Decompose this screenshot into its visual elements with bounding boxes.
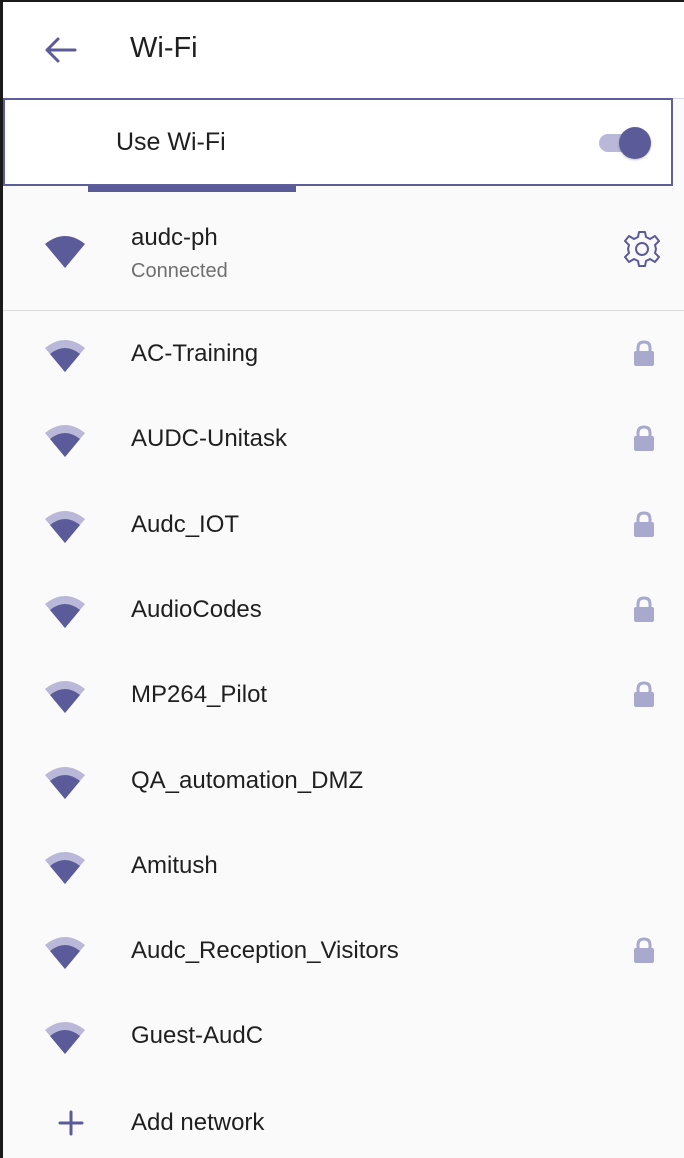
network-ssid: AudioCodes xyxy=(131,596,262,623)
network-ssid: Amitush xyxy=(131,852,218,879)
network-ssid: AC-Training xyxy=(131,340,259,367)
network-ssid: Audc_Reception_Visitors xyxy=(131,937,399,964)
wifi-signal-icon xyxy=(45,596,85,628)
wifi-settings-screen: Wi-Fi Use Wi-Fi audc-ph Connected AC-Tra… xyxy=(0,0,684,1158)
network-ssid: Guest-AudC xyxy=(131,1022,264,1049)
network-ssid: Audc_IOT xyxy=(131,511,240,538)
lock-icon xyxy=(634,511,654,537)
network-row[interactable]: QA_automation_DMZ xyxy=(3,739,684,824)
network-row[interactable]: Guest-AudC xyxy=(3,994,684,1079)
wifi-signal-icon xyxy=(45,937,85,969)
network-row[interactable]: AUDC-Unitask xyxy=(3,397,684,482)
lock-icon xyxy=(634,425,654,451)
gear-icon[interactable] xyxy=(622,229,662,269)
lock-icon xyxy=(634,681,654,707)
network-row[interactable]: Audc_Reception_Visitors xyxy=(3,909,684,994)
network-ssid: QA_automation_DMZ xyxy=(131,767,364,794)
plus-icon xyxy=(58,1110,84,1136)
wifi-signal-icon xyxy=(45,236,85,268)
connection-status: Connected xyxy=(131,260,228,282)
network-ssid: AUDC-Unitask xyxy=(131,425,288,452)
page-title: Wi-Fi xyxy=(130,32,198,64)
lock-icon xyxy=(634,937,654,963)
network-row[interactable]: Audc_IOT xyxy=(3,483,684,568)
add-network-label: Add network xyxy=(131,1109,265,1136)
network-row[interactable]: MP264_Pilot xyxy=(3,653,684,738)
network-row[interactable]: Amitush xyxy=(3,824,684,909)
connected-network-row[interactable]: audc-ph Connected xyxy=(3,192,684,311)
add-network-row[interactable]: Add network xyxy=(3,1080,684,1158)
use-wifi-label: Use Wi-Fi xyxy=(116,128,226,156)
network-row[interactable]: AudioCodes xyxy=(3,568,684,653)
use-wifi-toggle[interactable] xyxy=(599,127,651,159)
app-bar: Wi-Fi xyxy=(3,2,684,99)
network-row[interactable]: AC-Training xyxy=(3,312,684,397)
wifi-signal-icon xyxy=(45,340,85,372)
wifi-signal-icon xyxy=(45,681,85,713)
use-wifi-row[interactable]: Use Wi-Fi xyxy=(3,98,673,186)
arrow-back-icon[interactable] xyxy=(43,36,77,64)
wifi-signal-icon xyxy=(45,852,85,884)
lock-icon xyxy=(634,340,654,366)
wifi-signal-icon xyxy=(45,511,85,543)
connected-ssid: audc-ph xyxy=(131,224,218,251)
wifi-signal-icon xyxy=(45,767,85,799)
wifi-signal-icon xyxy=(45,1022,85,1054)
toggle-thumb xyxy=(619,127,651,159)
wifi-signal-icon xyxy=(45,425,85,457)
network-ssid: MP264_Pilot xyxy=(131,681,268,708)
lock-icon xyxy=(634,596,654,622)
